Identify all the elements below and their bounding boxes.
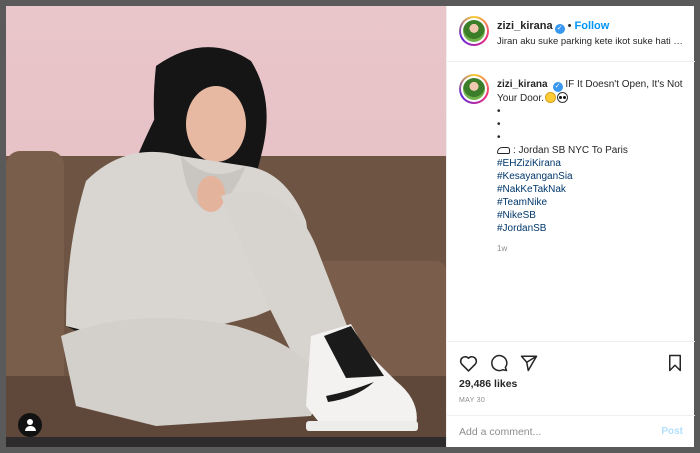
hand-chin	[197, 176, 225, 212]
smile-emoji-icon	[544, 92, 556, 103]
photo-illustration	[6, 47, 446, 447]
caption-time-ago[interactable]: 1w	[497, 242, 687, 255]
likes-count[interactable]: 29,486 likes	[459, 378, 517, 390]
share-paper-plane-icon[interactable]	[520, 354, 538, 372]
verified-badge-icon: ✓	[554, 24, 565, 34]
action-icons	[459, 354, 538, 372]
caption-username[interactable]: zizi_kirana	[497, 79, 548, 90]
caption: zizi_kirana ✓ IF It Doesn't Open, It's No…	[497, 78, 687, 255]
caption-bullet: •	[497, 119, 501, 130]
shoe-line: : Jordan SB NYC To Paris	[497, 144, 687, 157]
hashtag-link[interactable]: #KesayanganSia	[497, 170, 687, 183]
shoe-line-text: : Jordan SB NYC To Paris	[513, 145, 628, 156]
like-heart-icon[interactable]	[459, 354, 478, 372]
tagged-users-icon[interactable]	[18, 413, 42, 437]
separator-dot: •	[567, 20, 572, 32]
location-text[interactable]: Jiran aku suke parking kete ikot suke ha…	[497, 36, 687, 47]
face	[186, 86, 246, 162]
hashtag-link[interactable]: #JordanSB	[497, 222, 687, 235]
header-avatar[interactable]	[459, 16, 489, 46]
screenshot-frame: zizi_kirana ✓ • Follow Jiran aku suke parki…	[0, 0, 700, 453]
caption-bullet: •	[497, 132, 501, 143]
post-date: MAY 30	[459, 397, 486, 404]
comment-row: Post	[447, 415, 695, 448]
comment-bubble-icon[interactable]	[490, 354, 508, 372]
caption-avatar[interactable]	[459, 74, 489, 104]
hashtag-link[interactable]: #NakKeTakNak	[497, 183, 687, 196]
post-header: zizi_kirana ✓ • Follow Jiran aku suke parki…	[447, 6, 695, 62]
comment-input[interactable]	[459, 424, 644, 440]
follow-button[interactable]: Follow	[575, 20, 610, 32]
header-username[interactable]: zizi_kirana	[497, 20, 553, 32]
caption-bullet: •	[497, 106, 501, 117]
photo-bottom-strip	[6, 437, 446, 447]
save-bookmark-icon[interactable]	[667, 354, 683, 372]
hashtag-link[interactable]: #NikeSB	[497, 209, 687, 222]
post-sidebar: zizi_kirana ✓ • Follow Jiran aku suke parki…	[446, 6, 695, 447]
verified-badge-icon: ✓	[552, 82, 563, 92]
header-user-line: zizi_kirana ✓ • Follow	[497, 20, 609, 34]
post-actions: 29,486 likes MAY 30 Post	[447, 341, 695, 447]
post-comment-button[interactable]: Post	[661, 426, 683, 437]
panda-emoji-icon	[556, 92, 568, 103]
post-photo[interactable]	[6, 6, 446, 447]
hashtag-link[interactable]: #TeamNike	[497, 196, 687, 209]
sneaker-sole	[306, 421, 418, 431]
shoe-icon	[497, 147, 510, 154]
hashtag-link[interactable]: #EHZiziKirana	[497, 157, 687, 170]
caption-block: zizi_kirana ✓ IF It Doesn't Open, It's No…	[447, 62, 695, 342]
sofa-arm-left	[6, 151, 64, 391]
